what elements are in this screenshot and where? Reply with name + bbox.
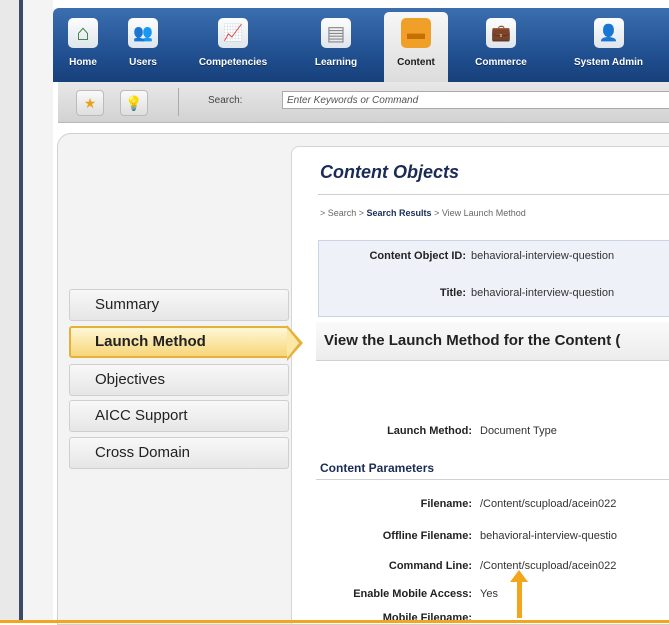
nav-commerce[interactable]: 💼 Commerce [465,18,537,80]
title-divider [318,194,669,195]
nav-content-label: Content [397,57,435,68]
section-header: View the Launch Method for the Content ( [316,322,669,361]
offline-filename-value: behavioral-interview-questio [480,530,617,542]
nav-home-label: Home [69,57,97,68]
breadcrumb-suffix: > View Launch Method [431,208,526,218]
learning-icon: ▤ [321,18,351,48]
breadcrumb-prefix[interactable]: > Search > [320,208,367,218]
launch-method-value: Document Type [480,425,557,437]
nav-users-label: Users [129,57,157,68]
page-margin [23,0,53,623]
lightbulb-icon: 💡 [125,94,143,111]
nav-learning-label: Learning [314,57,358,68]
title-label: Title: [439,287,466,299]
offline-filename-label: Offline Filename: [382,530,472,542]
breadcrumb: > Search > Search Results > View Launch … [320,208,526,218]
side-tab-cross-domain[interactable]: Cross Domain [69,437,289,469]
nav-competencies[interactable]: 📈 Competencies [188,18,278,80]
top-navigation-bar: ⌂ Home 👥 Users 📈 Competencies ▤ Learning… [53,8,669,82]
side-tab-launch-method[interactable]: Launch Method [69,326,289,358]
side-tab-summary[interactable]: Summary [69,289,289,321]
page-title: Content Objects [320,162,460,182]
users-icon: 👥 [128,18,158,48]
competencies-icon: 📈 [218,18,248,48]
object-id-label: Content Object ID: [369,250,466,262]
enable-mobile-access-label: Enable Mobile Access: [353,588,472,600]
nav-system-admin-label: System Admin [573,57,644,68]
command-line-value: /Content/scupload/acein022 [480,560,617,572]
nav-commerce-label: Commerce [475,57,527,68]
side-tab-objectives[interactable]: Objectives [69,364,289,396]
enable-mobile-access-value: Yes [480,588,498,600]
nav-users[interactable]: 👥 Users [123,18,163,80]
breadcrumb-search-results[interactable]: Search Results [367,208,432,218]
content-parameters-header: Content Parameters [316,457,669,480]
tips-button[interactable]: 💡 [120,90,148,116]
section-title: View the Launch Method for the Content ( [324,332,621,349]
content-icon: ▬ [401,18,431,48]
system-admin-icon: 👤 [593,18,624,48]
title-value: behavioral-interview-question [471,287,615,299]
command-line-label: Command Line: [388,560,472,572]
filename-value: /Content/scupload/acein022 [480,498,617,510]
object-id-value: behavioral-interview-question [471,250,615,262]
home-icon: ⌂ [68,18,98,48]
filename-label: Filename: [420,498,472,510]
active-tab-pointer-fill [287,328,299,358]
nav-content[interactable]: ▬ Content [384,12,448,82]
nav-system-admin[interactable]: 👤 System Admin [561,18,656,80]
nav-competencies-label: Competencies [198,57,268,68]
content-parameters-title: Content Parameters [320,461,435,475]
toolbar: ★ 💡 Search: [58,82,669,123]
launch-method-label: Launch Method: [387,425,472,437]
side-tab-aicc-support[interactable]: AICC Support [69,400,289,432]
star-icon: ★ [83,94,97,111]
page-edge [0,0,19,623]
favorites-button[interactable]: ★ [76,90,104,116]
nav-learning[interactable]: ▤ Learning [305,18,367,80]
commerce-icon: 💼 [486,18,516,48]
annotation-arrow [517,578,522,618]
toolbar-divider [178,88,179,116]
search-input[interactable] [282,91,669,109]
nav-home[interactable]: ⌂ Home [63,18,103,80]
search-label: Search: [208,95,243,106]
